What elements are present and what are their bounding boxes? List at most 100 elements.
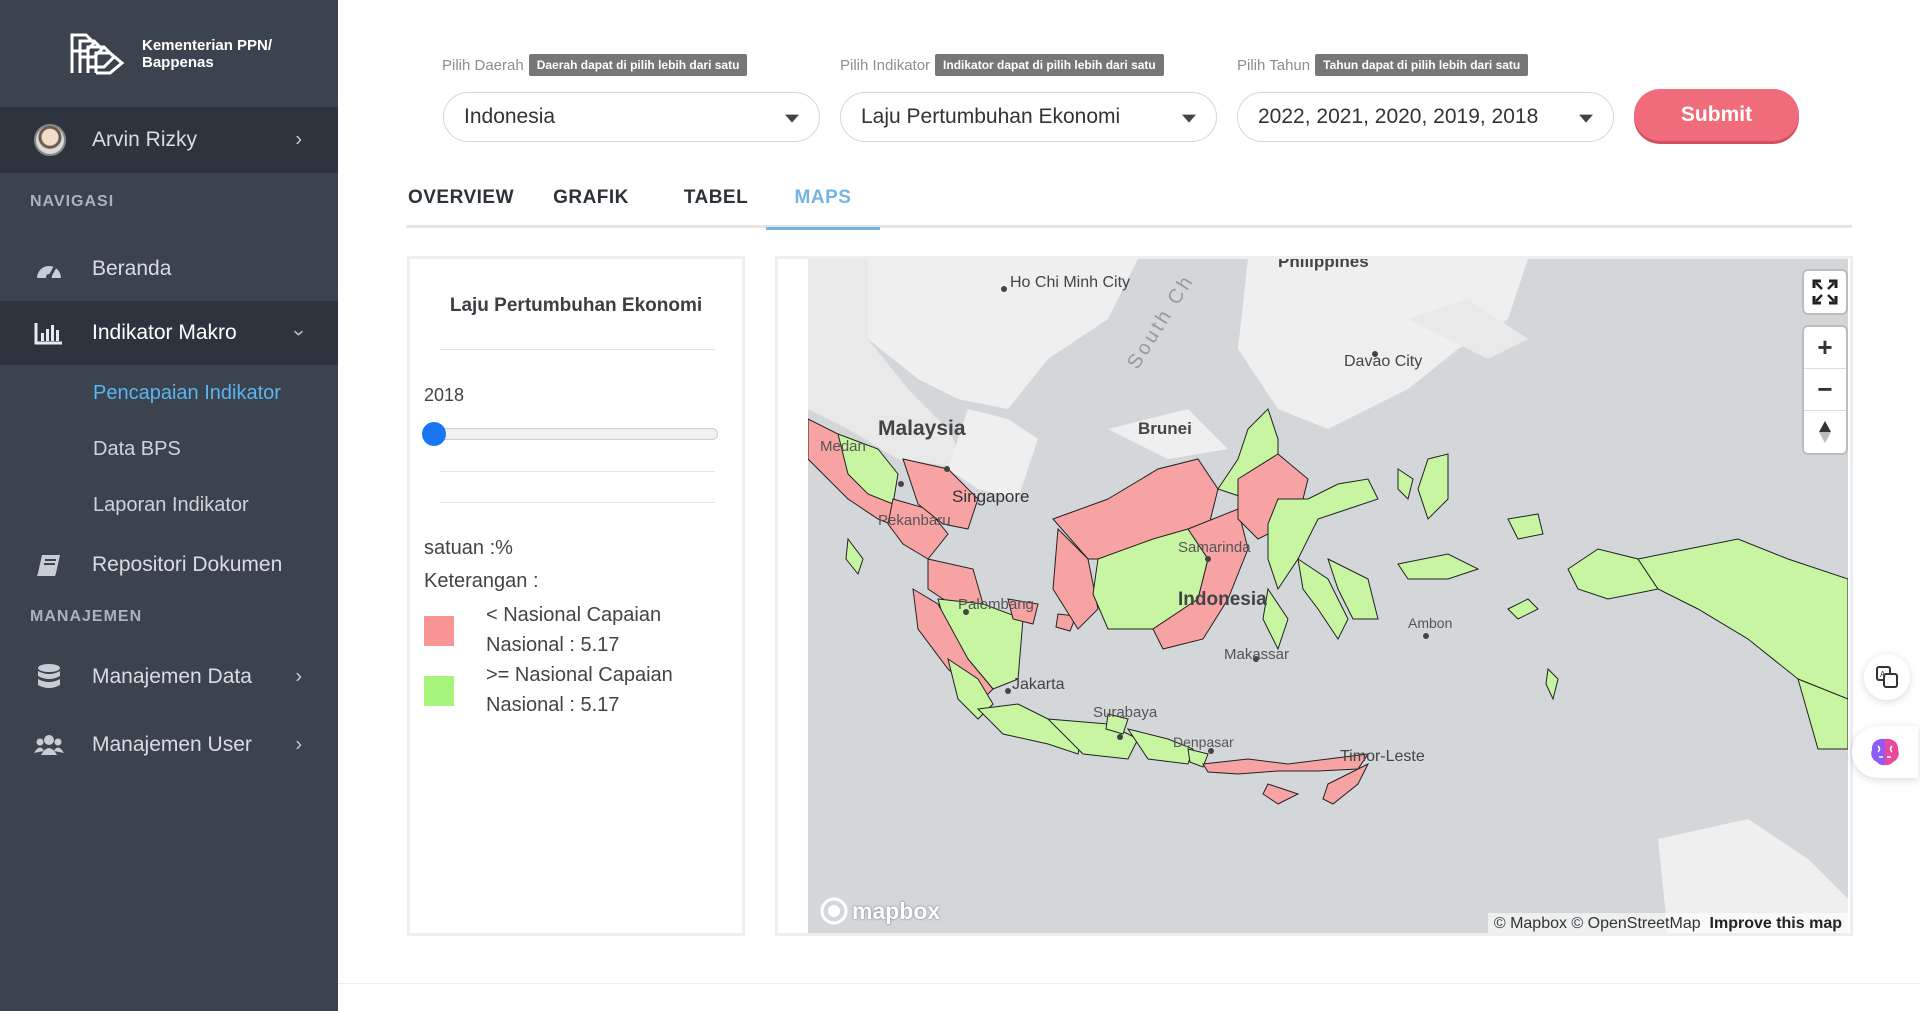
map-label-makassar: Makassar	[1224, 646, 1289, 663]
translate-icon: A	[1876, 666, 1898, 688]
users-icon	[34, 732, 64, 758]
filter-indikator-label-text: Pilih Indikator	[840, 56, 931, 74]
chevron-down-icon: ›	[288, 329, 311, 337]
sidebar-item-manajemen-user[interactable]: Manajemen User ›	[0, 713, 338, 777]
attribution-text[interactable]: © Mapbox © OpenStreetMap	[1494, 915, 1701, 932]
user-menu[interactable]: Arvin Rizky ›	[0, 107, 338, 173]
filter-daerah-hint: Daerah dapat di pilih lebih dari satu	[528, 54, 748, 76]
section-label-manajemen: MANAJEMEN	[30, 608, 143, 625]
svg-text:A: A	[1880, 670, 1886, 679]
filter-daerah-label: Pilih Daerah Daerah dapat di pilih lebih…	[442, 54, 748, 76]
year-label: 2018	[424, 385, 465, 405]
map-label-indonesia: Indonesia	[1178, 589, 1267, 610]
sidebar-item-label: Indikator Makro	[92, 321, 237, 344]
sidebar-item-label: Repositori Dokumen	[92, 553, 283, 576]
user-name: Arvin Rizky	[92, 128, 198, 151]
legend-item-below-line2: Nasional : 5.17	[486, 634, 620, 656]
year-slider-thumb[interactable]	[422, 422, 446, 446]
daerah-select[interactable]: Indonesia	[443, 92, 820, 142]
map-label-hcmc: Ho Chi Minh City	[1010, 274, 1130, 291]
fullscreen-icon[interactable]	[1804, 271, 1846, 313]
caret-down-icon	[1579, 114, 1593, 123]
legend-panel: Laju Pertumbuhan Ekonomi 2018 satuan :% …	[407, 256, 745, 936]
sidebar-subitem-laporan-indikator[interactable]: Laporan Indikator	[0, 477, 338, 533]
brand-name-line2: Bappenas	[142, 53, 214, 71]
submit-button[interactable]: Submit	[1634, 89, 1799, 141]
map-label-samarinda: Samarinda	[1178, 539, 1251, 556]
map-canvas[interactable]: Ho Chi Minh City South Ch Philippines Da…	[808, 259, 1848, 933]
year-slider-track[interactable]	[428, 428, 718, 440]
map-label-philippines: Philippines	[1278, 259, 1369, 271]
map-label-palembang: Palembang	[958, 596, 1034, 613]
mapbox-logo[interactable]: mapbox	[820, 897, 940, 925]
tab-overview[interactable]: OVERVIEW	[406, 168, 516, 228]
legend-swatch-below	[424, 616, 454, 646]
sidebar-subitem-data-bps[interactable]: Data BPS	[0, 421, 338, 477]
compass-icon[interactable]	[1804, 411, 1846, 453]
sidebar-subitem-pencapaian-indikator[interactable]: Pencapaian Indikator	[0, 365, 338, 421]
sidebar-item-repositori-dokumen[interactable]: Repositori Dokumen	[0, 533, 338, 597]
legend-swatch-above	[424, 676, 454, 706]
keterangan-label: Keterangan :	[424, 570, 539, 592]
caret-down-icon	[785, 114, 799, 123]
sidebar-item-manajemen-data[interactable]: Manajemen Data ›	[0, 645, 338, 709]
database-icon	[34, 664, 64, 690]
footer-divider	[338, 983, 1920, 984]
indikator-select[interactable]: Laju Pertumbuhan Ekonomi	[840, 92, 1217, 142]
tab-maps[interactable]: MAPS	[766, 168, 880, 230]
sidebar-item-label: Manajemen Data	[92, 665, 252, 688]
chevron-right-icon: ›	[295, 128, 302, 151]
indikator-select-value: Laju Pertumbuhan Ekonomi	[861, 105, 1121, 128]
map-label-jakarta: Jakarta	[1012, 676, 1065, 693]
chevron-right-icon: ›	[295, 665, 302, 688]
map-label-surabaya: Surabaya	[1093, 704, 1158, 721]
brand[interactable]: Kementerian PPN/ Bappenas	[0, 0, 338, 107]
brand-name: Kementerian PPN/ Bappenas	[142, 37, 272, 71]
tahun-select[interactable]: 2022, 2021, 2020, 2019, 2018	[1237, 92, 1614, 142]
unit-label: satuan :%	[424, 537, 513, 559]
map-label-pekanbaru: Pekanbaru	[878, 512, 951, 529]
sidebar-item-label: Beranda	[92, 257, 172, 280]
map-label-sea: South Ch	[1123, 270, 1199, 373]
zoom-control: + −	[1804, 327, 1846, 453]
map-label-singapore: Singapore	[952, 487, 1030, 506]
legend-item-above-line1: >= Nasional Capaian	[486, 664, 673, 686]
divider	[440, 502, 715, 503]
map-label-brunei: Brunei	[1138, 419, 1192, 438]
map-label-timor: Timor-Leste	[1340, 748, 1425, 765]
filter-daerah-label-text: Pilih Daerah	[442, 56, 524, 74]
translate-button[interactable]: A	[1864, 654, 1910, 700]
map-label-davao: Davao City	[1344, 353, 1422, 370]
tab-tabel[interactable]: TABEL	[666, 168, 766, 228]
sidebar: Kementerian PPN/ Bappenas Arvin Rizky › …	[0, 0, 338, 1011]
avatar	[34, 124, 66, 156]
map-panel: Ho Chi Minh City South Ch Philippines Da…	[775, 256, 1853, 936]
map-label-medan: Medan	[820, 438, 866, 455]
legend-item-above: >= Nasional Capaian Nasional : 5.17	[486, 660, 726, 720]
fullscreen-control[interactable]	[1804, 271, 1846, 313]
ai-assistant-button[interactable]	[1852, 726, 1918, 778]
main-content: Pilih Daerah Daerah dapat di pilih lebih…	[338, 0, 1920, 1011]
sidebar-item-indikator-makro[interactable]: Indikator Makro ›	[0, 301, 338, 365]
tab-grafik[interactable]: GRAFIK	[536, 168, 646, 228]
dashboard-icon	[34, 256, 64, 282]
zoom-in-icon[interactable]: +	[1804, 327, 1846, 369]
bappenas-logo-icon	[70, 33, 125, 74]
legend-item-below: < Nasional Capaian Nasional : 5.17	[486, 600, 726, 660]
map-label-malaysia: Malaysia	[878, 417, 966, 440]
improve-map-link[interactable]: Improve this map	[1710, 915, 1842, 932]
filter-tahun-hint: Tahun dapat di pilih lebih dari satu	[1315, 54, 1529, 76]
divider	[440, 471, 715, 472]
map-label-ambon: Ambon	[1408, 615, 1452, 631]
map-label-denpasar: Denpasar	[1173, 734, 1234, 750]
map-attribution: © Mapbox © OpenStreetMap Improve this ma…	[1487, 913, 1848, 933]
indonesia-choropleth-map: Ho Chi Minh City South Ch Philippines Da…	[808, 259, 1848, 933]
section-label-navigasi: NAVIGASI	[30, 193, 115, 210]
legend-item-below-line1: < Nasional Capaian	[486, 604, 662, 626]
legend-item-above-line2: Nasional : 5.17	[486, 694, 620, 716]
filter-tahun-label: Pilih Tahun Tahun dapat di pilih lebih d…	[1237, 54, 1529, 76]
zoom-out-icon[interactable]: −	[1804, 369, 1846, 411]
mapbox-logo-icon	[820, 897, 848, 925]
sidebar-item-beranda[interactable]: Beranda	[0, 237, 338, 301]
mapbox-logo-text: mapbox	[852, 897, 941, 924]
